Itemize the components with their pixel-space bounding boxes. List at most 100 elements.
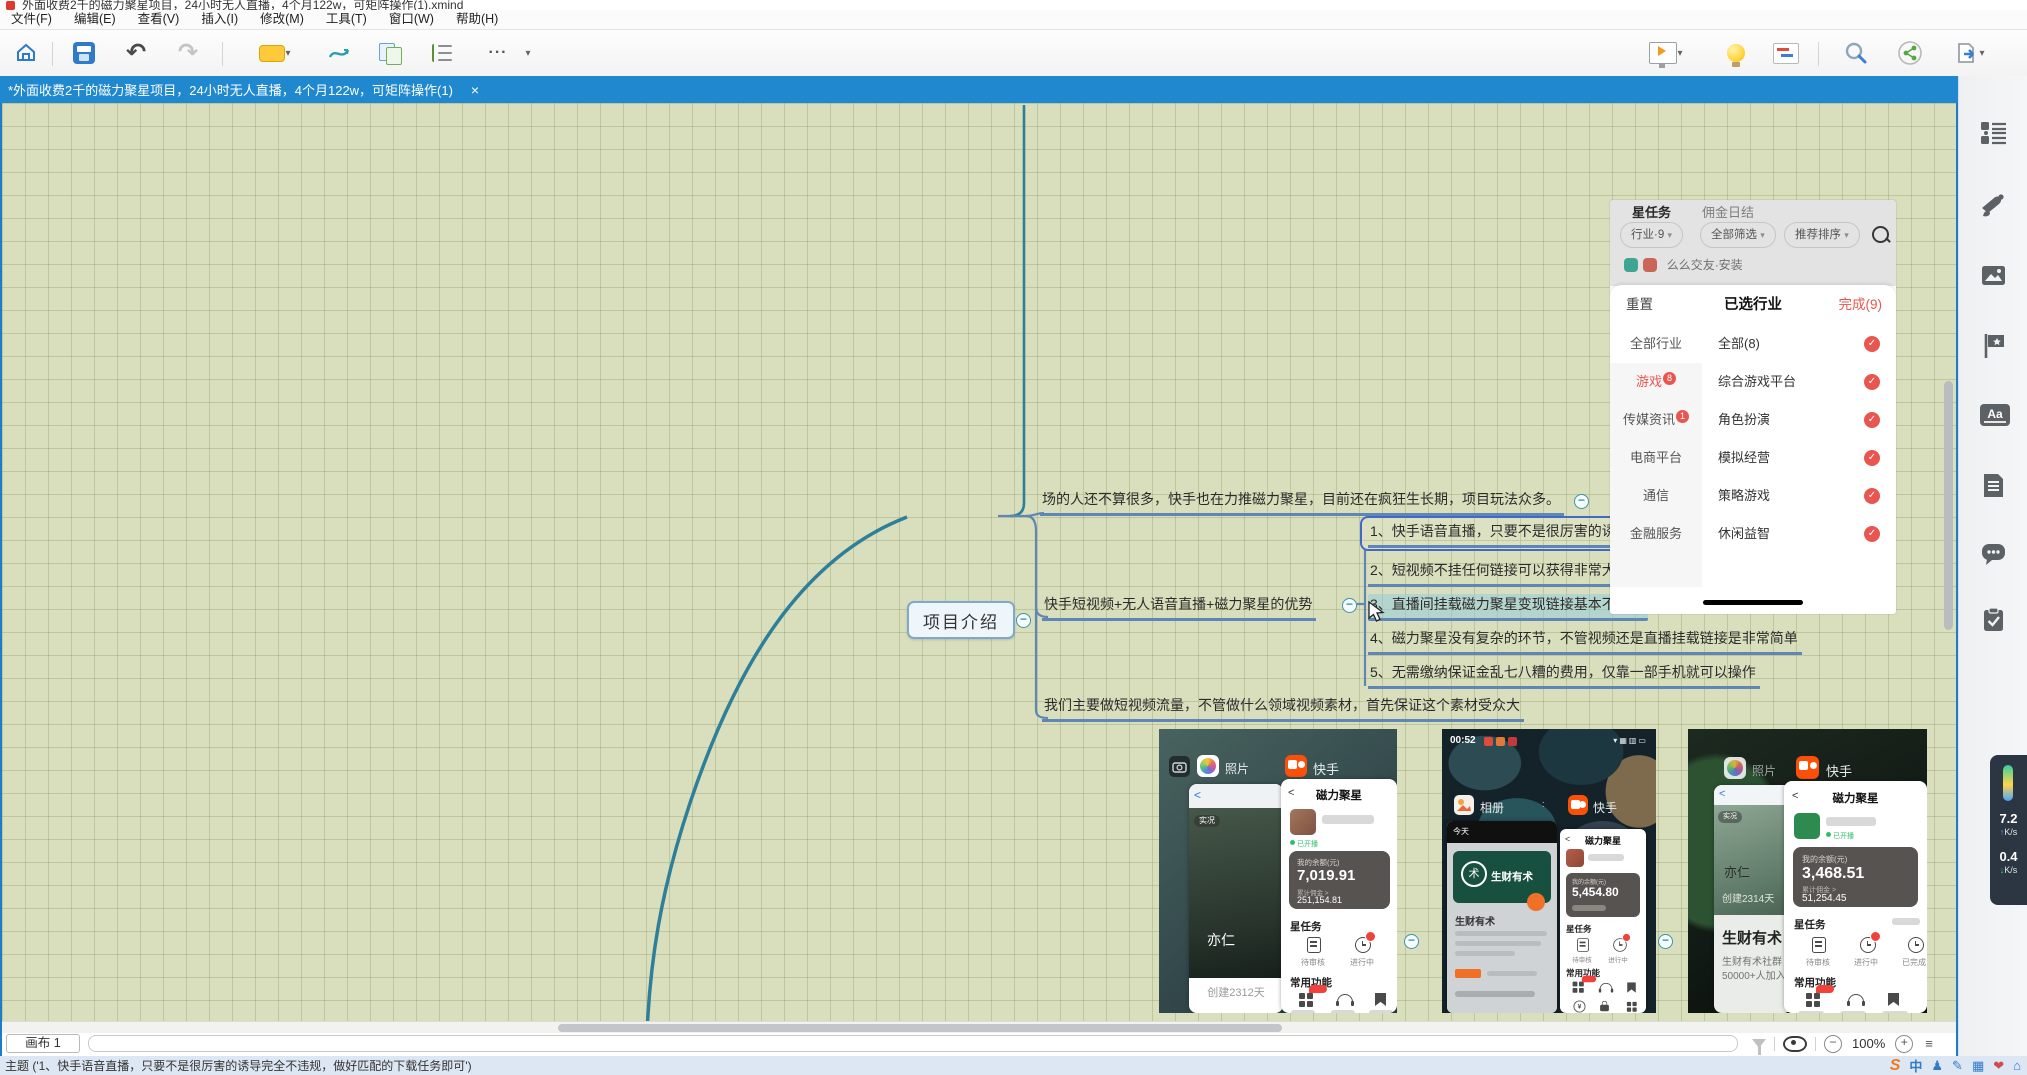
zoom-in-button[interactable]: +	[1895, 1035, 1913, 1053]
save-button[interactable]	[66, 35, 102, 71]
marker-flag-icon[interactable]	[1980, 332, 2007, 359]
document-tab-title[interactable]: *外面收费2千的磁力聚星项目，24小时无人直播，4个月122w，可矩阵操作(1)	[8, 80, 453, 99]
collapse-handle[interactable]: −	[1574, 494, 1589, 509]
option-模拟经营[interactable]: 模拟经营✓	[1718, 439, 1896, 477]
brand-name: 生财有术	[1491, 869, 1533, 884]
vertical-scrollbar[interactable]	[1944, 381, 1953, 630]
pending-icon	[1812, 937, 1826, 953]
option-all[interactable]: 全部(8)✓	[1718, 325, 1896, 363]
horizontal-scrollbar-track	[2, 1021, 1956, 1033]
notes-icon[interactable]	[1980, 472, 2007, 499]
label-aa-icon[interactable]: Aa	[1980, 404, 2010, 426]
advantage-item-3[interactable]: 3、直播间挂载磁力聚星变现链接基本不审核	[1368, 594, 1648, 621]
ime-pen-icon[interactable]: ✎	[1952, 1058, 1963, 1074]
collapse-handle[interactable]: −	[1404, 934, 1419, 949]
attached-image-phone-1[interactable]: 照片 快手 < 实况 亦仁 创建2312天	[1159, 729, 1397, 1013]
ime-toolbar[interactable]: S 中 ♟ ✎ ▦ ❤ ⌂	[1890, 1056, 2021, 1075]
search-button[interactable]	[1838, 35, 1874, 71]
check-icon: ✓	[1864, 374, 1880, 390]
horizontal-scrollbar[interactable]	[558, 1024, 1282, 1032]
category-media[interactable]: 传媒资讯1	[1610, 401, 1702, 439]
check-icon: ✓	[1864, 412, 1880, 428]
collapse-handle[interactable]: −	[1658, 934, 1673, 949]
more-tools-button[interactable]: ···	[480, 35, 516, 71]
ime-keyboard-icon[interactable]: ▦	[1972, 1058, 1984, 1074]
category-finance[interactable]: 金融服务	[1610, 515, 1702, 553]
ime-toolbox-icon[interactable]: ⌂	[2013, 1058, 2021, 1073]
image-icon[interactable]	[1980, 262, 2007, 289]
comment-icon[interactable]	[1980, 540, 2007, 567]
option-策略游戏[interactable]: 策略游戏✓	[1718, 477, 1896, 515]
topic-icon	[259, 45, 285, 62]
profile-name: 亦仁	[1207, 930, 1235, 950]
zoom-menu-icon[interactable]: ≡	[1925, 1036, 1934, 1051]
ime-logo-icon[interactable]: S	[1890, 1057, 1901, 1075]
share-button[interactable]	[1892, 35, 1928, 71]
collapse-handle[interactable]: −	[1342, 598, 1357, 613]
home-button[interactable]	[8, 35, 44, 71]
category-games[interactable]: 游戏8	[1610, 363, 1702, 401]
ime-skin-icon[interactable]: ❤	[1993, 1058, 2004, 1074]
toolbar-overflow-caret[interactable]: ▾	[518, 35, 538, 71]
tab-close-button[interactable]: ×	[467, 82, 483, 98]
undo-button[interactable]: ↶	[118, 35, 154, 71]
menu-modify[interactable]: 修改(M)	[249, 10, 315, 29]
topic-market[interactable]: 场的人还不算很多，快手也在力推磁力聚星，目前还在疯狂生长期，项目玩法众多。	[1040, 489, 1564, 516]
collapse-handle[interactable]: −	[1016, 613, 1031, 628]
topic-strategy[interactable]: 我们主要做短视频流量，不管做什么领域视频素材，首先保证这个素材受众大	[1042, 695, 1524, 722]
presentation-button[interactable]: ▾	[1640, 35, 1692, 71]
menu-help[interactable]: 帮助(H)	[445, 10, 509, 29]
option-角色扮演[interactable]: 角色扮演✓	[1718, 401, 1896, 439]
menu-tools[interactable]: 工具(T)	[315, 10, 378, 29]
outline-button[interactable]	[424, 35, 460, 71]
option-休闲益智[interactable]: 休闲益智✓	[1718, 515, 1896, 553]
magnet-star-card: < 磁力聚星 已开播 我的余额(元) 3,468.51 累计佣金 > 51,25…	[1784, 781, 1927, 1013]
mindmap-canvas[interactable]: 项目介绍 − 场的人还不算很多，快手也在力推磁力聚星，目前还在疯狂生长期，项目玩…	[2, 103, 1956, 1033]
redo-button[interactable]: ↷	[170, 35, 206, 71]
advantage-item-5[interactable]: 5、无需缴纳保证金乱七八糟的费用，仅靠一部手机就可以操作	[1368, 662, 1760, 689]
balance-label: 我的余额(元)	[1802, 854, 1847, 865]
zoom-out-button[interactable]: −	[1824, 1035, 1842, 1053]
gantt-button[interactable]	[1768, 35, 1804, 71]
category-telecom[interactable]: 通信	[1610, 477, 1702, 515]
network-speed-widget[interactable]: 7.2 ↑K/s 0.4 ↓K/s	[1990, 755, 2027, 905]
sheet-tab-canvas-1[interactable]: 画布 1	[6, 1034, 80, 1053]
attached-image-phone-2[interactable]: 00:52 ▾▦▥▭ 相册 : 快手 今天	[1442, 729, 1656, 1013]
attached-image-phone-3[interactable]: 照片 快手 < 实况 亦仁 创建2314天 生财有术 生财有术社群 50000+…	[1688, 729, 1927, 1013]
kuaishou-app-icon	[1568, 795, 1588, 815]
menu-edit[interactable]: 编辑(E)	[63, 10, 127, 29]
redo-icon: ↷	[178, 43, 198, 63]
avatar	[1794, 813, 1820, 839]
category-ecommerce[interactable]: 电商平台	[1610, 439, 1702, 477]
menu-insert[interactable]: 插入(I)	[190, 10, 249, 29]
filter-icon[interactable]	[1752, 1039, 1766, 1048]
category-all[interactable]: 全部行业	[1610, 325, 1702, 363]
advantage-item-4[interactable]: 4、磁力聚星没有复杂的环节，不管视频还是直播挂载链接是非常简单	[1368, 628, 1802, 655]
export-button[interactable]: ▾	[1944, 35, 1996, 71]
insert-topic-button[interactable]: ▾	[250, 35, 300, 71]
headset-icon	[1848, 994, 1864, 1003]
menu-view[interactable]: 查看(V)	[127, 10, 191, 29]
blurred-label	[1840, 1011, 1866, 1013]
topic-advantages[interactable]: 快手短视频+无人语音直播+磁力聚星的优势	[1042, 594, 1316, 621]
check-icon: ✓	[1864, 450, 1880, 466]
ime-person-icon[interactable]: ♟	[1931, 1058, 1943, 1074]
gallery-date: 今天	[1453, 826, 1469, 837]
idea-button[interactable]	[1718, 35, 1754, 71]
ime-language-icon[interactable]: 中	[1909, 1056, 1922, 1075]
visibility-icon[interactable]	[1783, 1036, 1807, 1052]
star-task-section: 星任务	[1290, 919, 1322, 934]
menu-window[interactable]: 窗口(W)	[378, 10, 445, 29]
relationship-button[interactable]	[322, 35, 358, 71]
task-clipboard-icon[interactable]	[1980, 606, 2007, 633]
option-综合游戏平台[interactable]: 综合游戏平台✓	[1718, 363, 1896, 401]
status-icons: ▾▦▥▭	[1613, 736, 1648, 745]
structure-icon[interactable]	[1980, 120, 2007, 147]
paint-brush-icon[interactable]	[1980, 192, 2007, 219]
done-button[interactable]: 完成(9)	[1839, 293, 1883, 313]
separator	[1815, 1037, 1816, 1051]
boundary-button[interactable]	[372, 35, 408, 71]
industry-filter-panel[interactable]: 星任务 佣金日结 行业·9 ▾ 全部筛选 ▾ 推荐排序 ▾ 么么交友·安装 重置…	[1610, 200, 1896, 614]
topic-node-project-intro[interactable]: 项目介绍	[907, 601, 1015, 639]
menu-file[interactable]: 文件(F)	[0, 10, 63, 29]
